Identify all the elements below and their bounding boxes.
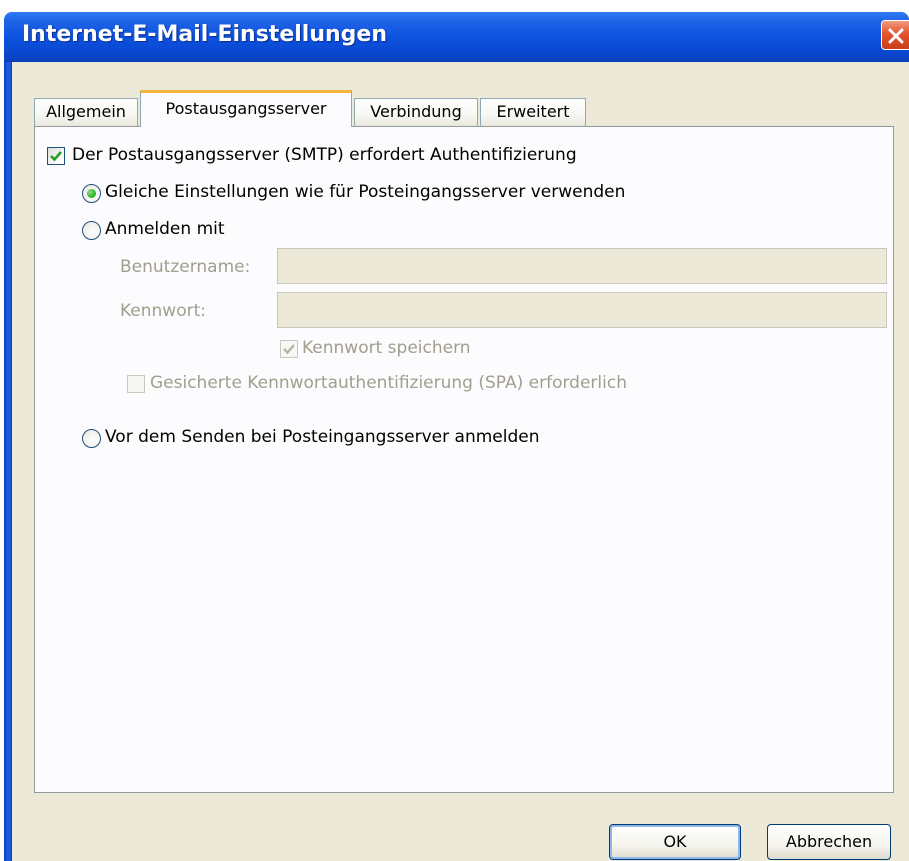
save-password-label: Kennwort speichern	[302, 338, 471, 358]
smtp-auth-label: Der Postausgangsserver (SMTP) erfordert …	[72, 145, 577, 165]
cancel-button[interactable]: Abbrechen	[767, 824, 891, 860]
close-x-icon	[888, 28, 904, 44]
pop-before-smtp-label: Vor dem Senden bei Posteingangsserver an…	[105, 427, 540, 447]
password-label: Kennwort:	[120, 301, 206, 321]
window-title: Internet-E-Mail-Einstellungen	[22, 22, 387, 47]
title-bar[interactable]: Internet-E-Mail-Einstellungen	[4, 12, 909, 62]
smtp-auth-checkbox[interactable]	[47, 147, 65, 165]
tab-panel-postausgangsserver: Der Postausgangsserver (SMTP) erfordert …	[34, 126, 894, 793]
checkmark-icon	[50, 151, 62, 162]
login-with-label: Anmelden mit	[105, 219, 225, 239]
tab-verbindung[interactable]: Verbindung	[354, 98, 478, 126]
pop-before-smtp-radio[interactable]	[82, 429, 101, 448]
dialog-client-area: Allgemein Postausgangsserver Verbindung …	[12, 62, 909, 861]
tab-allgemein[interactable]: Allgemein	[34, 98, 138, 126]
dialog-window: Internet-E-Mail-Einstellungen Allgemein …	[4, 12, 909, 861]
ok-button[interactable]: OK	[609, 824, 741, 860]
radio-selected-dot	[87, 189, 96, 198]
username-label: Benutzername:	[120, 257, 251, 277]
tab-erweitert[interactable]: Erweitert	[480, 98, 586, 126]
tab-postausgangsserver[interactable]: Postausgangsserver	[140, 90, 352, 127]
checkmark-icon	[283, 344, 295, 355]
spa-label: Gesicherte Kennwortauthentifizierung (SP…	[150, 373, 627, 393]
password-field[interactable]	[277, 292, 887, 328]
same-settings-radio[interactable]	[82, 184, 101, 203]
save-password-checkbox[interactable]	[280, 340, 298, 358]
spa-checkbox[interactable]	[127, 375, 145, 393]
username-field[interactable]	[277, 248, 887, 284]
same-settings-label: Gleiche Einstellungen wie für Posteingan…	[105, 182, 626, 202]
close-button[interactable]	[881, 20, 909, 50]
login-with-radio[interactable]	[82, 221, 101, 240]
